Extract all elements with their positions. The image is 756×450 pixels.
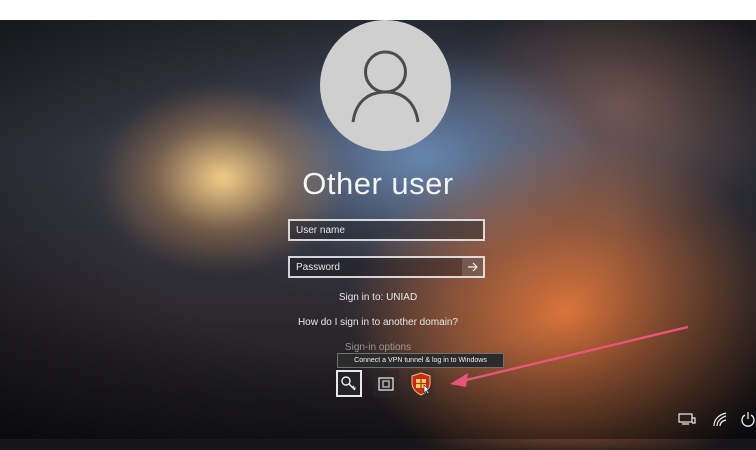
- sign-in-domain-text: Sign in to: UNIAD: [338, 292, 418, 303]
- top-margin: [0, 0, 756, 20]
- submit-button[interactable]: [462, 258, 483, 276]
- user-avatar: [320, 20, 451, 151]
- vpn-tooltip: Connect a VPN tunnel & log in to Windows: [337, 353, 504, 368]
- network-button[interactable]: [677, 410, 697, 428]
- sign-in-options-link[interactable]: Sign-in options: [0, 342, 756, 353]
- vpn-provider-button[interactable]: [408, 370, 434, 397]
- username-field[interactable]: [288, 219, 485, 241]
- key-icon: [341, 375, 356, 390]
- arrow-right-icon: [467, 262, 478, 272]
- ease-of-access-button[interactable]: [710, 410, 730, 428]
- power-icon: [741, 412, 755, 427]
- vpn-shield-icon: [411, 371, 431, 396]
- smart-card-icon: [378, 376, 394, 391]
- domain-help-link[interactable]: How do I sign in to another domain?: [0, 317, 756, 328]
- power-button[interactable]: [738, 410, 756, 428]
- user-silhouette-icon: [351, 50, 420, 123]
- network-icon: [678, 413, 696, 425]
- user-title: Other user: [302, 166, 454, 201]
- password-field[interactable]: [288, 256, 485, 278]
- ease-of-access-icon: [713, 412, 727, 427]
- smart-card-provider-button[interactable]: [373, 370, 399, 397]
- key-provider-button[interactable]: [336, 370, 362, 397]
